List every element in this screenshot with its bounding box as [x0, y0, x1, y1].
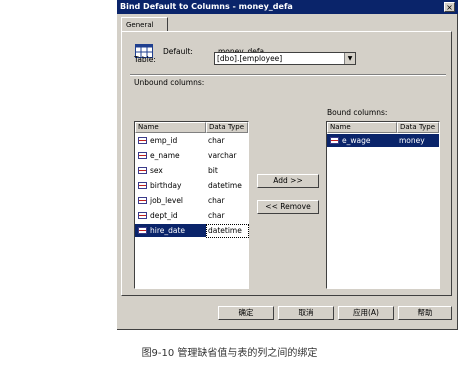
- column-type: char: [208, 211, 225, 220]
- column-type: char: [208, 136, 225, 145]
- dialog-title: Bind Default to Columns - money_defa: [117, 0, 458, 14]
- bound-type-header[interactable]: Data Type: [397, 122, 439, 133]
- table-row-selected[interactable]: hire_date datetime: [135, 224, 249, 238]
- column-name: birthday: [150, 181, 182, 190]
- close-button[interactable]: ×: [444, 2, 455, 12]
- ok-button[interactable]: 确定: [218, 306, 274, 320]
- unbound-type-header[interactable]: Data Type: [206, 122, 248, 133]
- remove-button[interactable]: << Remove: [257, 200, 319, 214]
- cancel-button[interactable]: 取消: [278, 306, 334, 320]
- column-type: datetime: [208, 226, 242, 235]
- column-type: money: [399, 136, 425, 145]
- column-icon: [138, 137, 147, 144]
- table-row[interactable]: sex bit: [135, 164, 248, 177]
- default-label: Default:: [163, 47, 193, 56]
- table-row[interactable]: job_level char: [135, 194, 248, 207]
- column-type: char: [208, 196, 225, 205]
- column-icon: [138, 167, 147, 174]
- figure-caption: 图9-10 管理缺省值与表的列之间的绑定: [141, 348, 318, 359]
- column-icon: [138, 182, 147, 189]
- table-row[interactable]: emp_id char: [135, 134, 248, 147]
- table-select[interactable]: [dbo].[employee] ▼: [214, 52, 356, 65]
- column-name: emp_id: [150, 136, 178, 145]
- column-name: e_wage: [342, 136, 371, 145]
- bind-default-dialog: Bind Default to Columns - money_defa × G…: [117, 0, 458, 330]
- table-select-value: [dbo].[employee]: [217, 54, 283, 63]
- unbound-columns-label: Unbound columns:: [134, 78, 205, 87]
- add-button[interactable]: Add >>: [257, 174, 319, 188]
- chevron-down-icon[interactable]: ▼: [344, 53, 355, 64]
- bound-columns-label: Bound columns:: [327, 108, 388, 117]
- column-type: datetime: [208, 181, 242, 190]
- column-icon: [138, 227, 147, 234]
- table-label: Table:: [134, 55, 156, 64]
- column-type: bit: [208, 166, 218, 175]
- table-row[interactable]: e_name varchar: [135, 149, 248, 162]
- bound-name-header[interactable]: Name: [327, 122, 397, 133]
- column-name: sex: [150, 166, 163, 175]
- table-row-selected[interactable]: e_wage money: [327, 134, 439, 147]
- help-button[interactable]: 帮助: [398, 306, 452, 320]
- column-name: job_level: [150, 196, 184, 205]
- column-icon: [138, 197, 147, 204]
- separator: [130, 74, 446, 76]
- table-row[interactable]: birthday datetime: [135, 179, 248, 192]
- column-icon: [138, 212, 147, 219]
- column-name: dept_id: [150, 211, 178, 220]
- table-row[interactable]: dept_id char: [135, 209, 248, 222]
- column-icon: [138, 152, 147, 159]
- column-name: e_name: [150, 151, 180, 160]
- apply-button[interactable]: 应用(A): [338, 306, 394, 320]
- column-type: varchar: [208, 151, 237, 160]
- unbound-columns-list[interactable]: Name Data Type emp_id char e_name varcha…: [134, 121, 249, 289]
- unbound-name-header[interactable]: Name: [135, 122, 206, 133]
- tab-general[interactable]: General: [121, 17, 168, 32]
- bound-columns-list[interactable]: Name Data Type e_wage money: [326, 121, 440, 289]
- column-name: hire_date: [150, 226, 186, 235]
- column-icon: [330, 137, 339, 144]
